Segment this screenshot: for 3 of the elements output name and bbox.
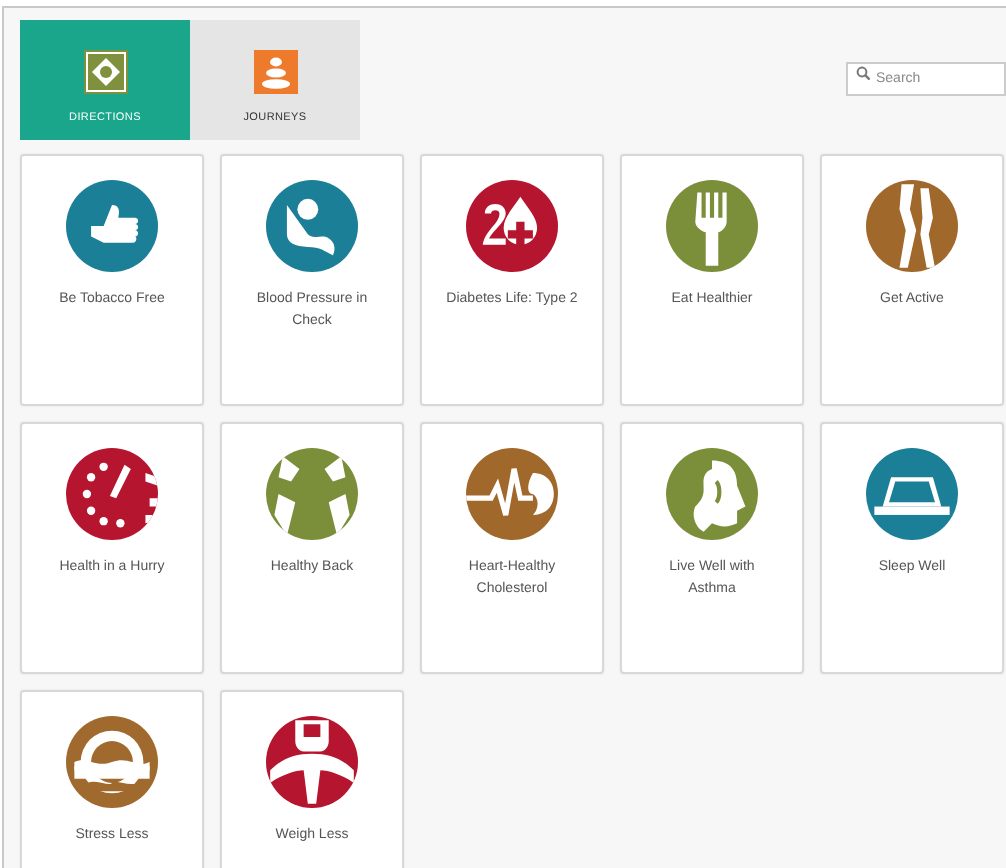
search-icon [856, 66, 870, 80]
stacked-stones-icon [253, 49, 297, 93]
compass-icon [83, 49, 127, 93]
